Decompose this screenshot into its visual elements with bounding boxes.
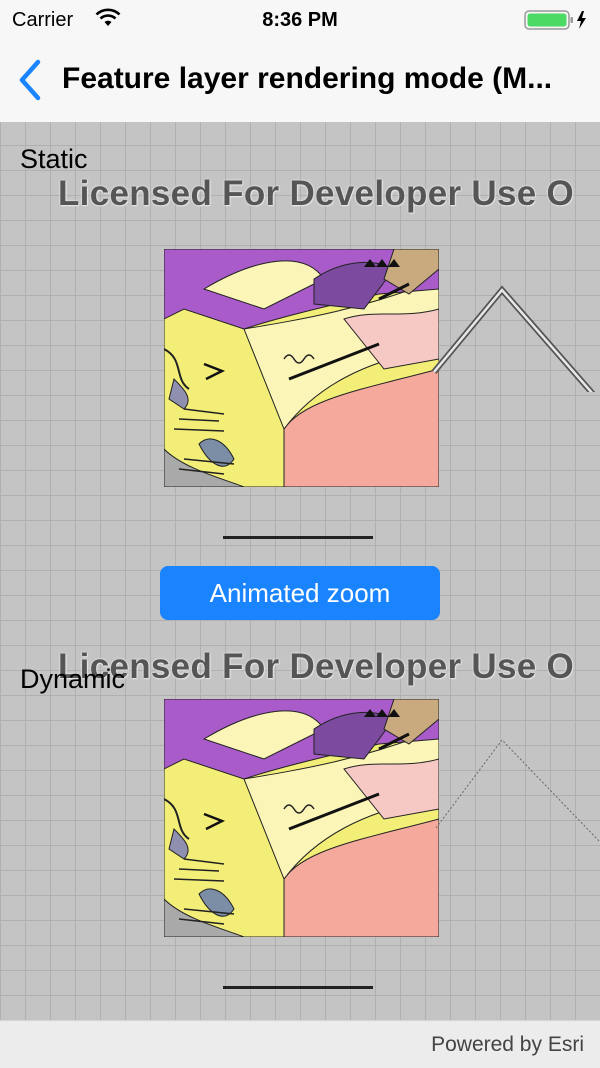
dynamic-label: Dynamic xyxy=(20,664,126,694)
esri-attribution: Powered by Esri xyxy=(431,1033,584,1056)
license-watermark: Licensed For Developer Use O xyxy=(58,174,575,213)
clock-time: 8:36 PM xyxy=(262,9,338,31)
animated-zoom-button[interactable]: Animated zoom xyxy=(160,566,440,620)
dynamic-line-feature xyxy=(435,739,600,842)
page-title: Feature layer rendering mode (M... xyxy=(62,62,553,95)
static-line-feature xyxy=(431,285,596,392)
navigation-bar: Feature layer rendering mode (M... xyxy=(0,40,600,123)
back-chevron-icon[interactable] xyxy=(14,58,44,107)
static-geology-map xyxy=(164,249,439,487)
dynamic-geology-map xyxy=(164,699,439,937)
license-watermark-dynamic: Licensed For Developer Use O xyxy=(58,647,575,686)
battery-icon xyxy=(524,9,590,37)
status-bar: Carrier 8:36 PM xyxy=(0,0,600,40)
static-label: Static xyxy=(20,144,88,174)
static-scale-line xyxy=(223,536,373,539)
attribution-bar: Powered by Esri xyxy=(0,1020,600,1068)
map-view[interactable]: Licensed For Developer Use O Static Anim… xyxy=(0,122,600,1020)
dynamic-scale-line xyxy=(223,986,373,989)
